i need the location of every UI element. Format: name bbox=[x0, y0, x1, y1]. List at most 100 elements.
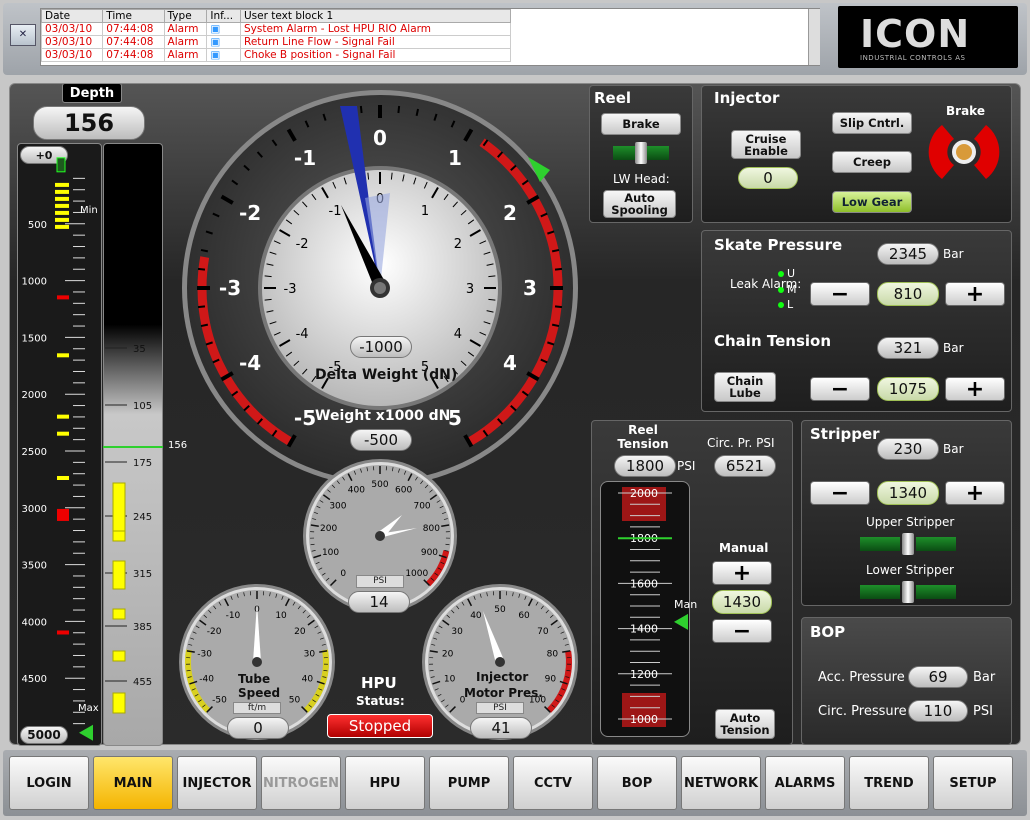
upper-stripper-switch[interactable] bbox=[860, 533, 956, 555]
tick-label: 2 bbox=[503, 201, 517, 225]
tick-label: 70 bbox=[537, 627, 549, 637]
tab-setup[interactable]: SETUP bbox=[933, 756, 1013, 810]
tick-label: -30 bbox=[197, 650, 212, 660]
lw-head-label: LW Head: bbox=[613, 172, 670, 186]
alarm-date: 03/03/10 bbox=[40, 22, 104, 36]
chain-plus-button[interactable]: + bbox=[945, 377, 1005, 402]
alarm-date: 03/03/10 bbox=[40, 48, 104, 62]
table-row[interactable]: 03/03/10 07:44:08 Alarm ▣ System Alarm -… bbox=[40, 22, 511, 36]
table-row[interactable]: 03/03/10 07:44:08 Alarm ▣ Choke B positi… bbox=[40, 48, 511, 62]
info-icon[interactable]: ▣ bbox=[206, 35, 241, 49]
tube-speed-title2: Speed bbox=[238, 686, 281, 700]
skate-setpoint[interactable]: 810 bbox=[877, 282, 939, 306]
alarm-list[interactable]: Date Time Type Inf... User text block 1 … bbox=[40, 8, 820, 66]
skate-plus-button[interactable]: + bbox=[945, 282, 1005, 307]
reel-brake-button[interactable]: Brake bbox=[601, 113, 681, 135]
tick-label: 80 bbox=[547, 650, 559, 660]
weight-value: -500 bbox=[350, 429, 412, 451]
alarm-scrollbar[interactable] bbox=[808, 9, 820, 65]
tab-main[interactable]: MAIN bbox=[93, 756, 173, 810]
mute-alarm-icon[interactable]: ✕ bbox=[10, 24, 36, 46]
man-label: Man bbox=[674, 598, 698, 611]
info-icon[interactable]: ▣ bbox=[206, 22, 241, 36]
tick-label: 500 bbox=[371, 480, 388, 490]
lower-stripper-switch[interactable] bbox=[860, 581, 956, 603]
tick-label: -2 bbox=[296, 237, 309, 252]
cruise-enable-button[interactable]: Cruise Enable bbox=[731, 130, 801, 159]
tab-hpu[interactable]: HPU bbox=[345, 756, 425, 810]
slip-control-button[interactable]: Slip Cntrl. bbox=[832, 112, 912, 134]
column-header[interactable]: Date bbox=[40, 9, 104, 23]
tab-alarms[interactable]: ALARMS bbox=[765, 756, 845, 810]
tick-label: 385 bbox=[133, 622, 152, 633]
injector-title: Injector bbox=[714, 89, 780, 107]
stripper-minus-button[interactable]: − bbox=[810, 481, 870, 506]
manual-setpoint[interactable]: 1430 bbox=[712, 590, 772, 614]
leak-l-label: L bbox=[787, 298, 794, 311]
tick-label: 400 bbox=[348, 486, 365, 496]
depth-value: 156 bbox=[33, 106, 145, 140]
tick-label: 1000 bbox=[630, 713, 658, 726]
tick-label: 35 bbox=[133, 344, 146, 355]
tick-label: 30 bbox=[304, 650, 316, 660]
leak-m-label: M bbox=[787, 283, 797, 296]
bop-title: BOP bbox=[810, 623, 846, 641]
tick-label: 245 bbox=[133, 512, 152, 523]
tab-cctv[interactable]: CCTV bbox=[513, 756, 593, 810]
tab-nitrogen[interactable]: NITROGEN bbox=[261, 756, 341, 810]
manual-minus-button[interactable]: − bbox=[712, 619, 772, 644]
tab-network[interactable]: NETWORK bbox=[681, 756, 761, 810]
column-header[interactable]: Time bbox=[102, 9, 165, 23]
creep-button[interactable]: Creep bbox=[832, 151, 912, 173]
tick-label: 1600 bbox=[630, 577, 658, 590]
alarm-type: Alarm bbox=[163, 22, 208, 36]
info-icon[interactable]: ▣ bbox=[206, 48, 241, 62]
tube-speed-unit: ft/m bbox=[233, 702, 281, 714]
alarm-date: 03/03/10 bbox=[40, 35, 104, 49]
low-gear-button[interactable]: Low Gear bbox=[832, 191, 912, 213]
injector-motor-unit: PSI bbox=[476, 702, 524, 714]
tab-pump[interactable]: PUMP bbox=[429, 756, 509, 810]
tab-trend[interactable]: TREND bbox=[849, 756, 929, 810]
column-header[interactable]: User text block 1 bbox=[240, 9, 511, 23]
tick-label: 200 bbox=[320, 524, 337, 534]
tab-bop[interactable]: BOP bbox=[597, 756, 677, 810]
alarm-type: Alarm bbox=[163, 35, 208, 49]
chain-lube-button[interactable]: Chain Lube bbox=[714, 372, 776, 402]
tick-label: 4 bbox=[503, 351, 517, 375]
column-header[interactable]: Inf... bbox=[206, 9, 241, 23]
tab-injector[interactable]: INJECTOR bbox=[177, 756, 257, 810]
stripper-setpoint[interactable]: 1340 bbox=[877, 481, 939, 505]
tick-label: -40 bbox=[199, 674, 214, 684]
tick-label: -2 bbox=[239, 201, 261, 225]
reel-brake-switch[interactable] bbox=[613, 142, 669, 164]
tick-label: 4 bbox=[454, 327, 462, 342]
auto-spooling-button[interactable]: Auto Spooling bbox=[603, 190, 676, 218]
tick-label: 0 bbox=[340, 569, 346, 579]
alarm-type: Alarm bbox=[163, 48, 208, 62]
tick-label: 40 bbox=[470, 611, 482, 621]
circ-pressure-label: Circ. Pr. PSI bbox=[707, 436, 775, 450]
tick-label: 3 bbox=[523, 276, 537, 300]
stripper-plus-button[interactable]: + bbox=[945, 481, 1005, 506]
column-header[interactable]: Type bbox=[163, 9, 208, 23]
tick-label: 600 bbox=[395, 486, 412, 496]
skate-unit: Bar bbox=[943, 247, 964, 261]
injector-motor-title: Injector bbox=[476, 670, 529, 684]
auto-tension-button[interactable]: Auto Tension bbox=[715, 709, 775, 739]
table-row[interactable]: 03/03/10 07:44:08 Alarm ▣ Return Line Fl… bbox=[40, 35, 511, 49]
tick-label: -50 bbox=[212, 695, 227, 705]
tab-login[interactable]: LOGIN bbox=[9, 756, 89, 810]
leak-u-label: U bbox=[787, 267, 796, 280]
logo-subtitle: INDUSTRIAL CONTROLS AS bbox=[860, 54, 966, 62]
tick-label: 500 bbox=[28, 220, 47, 231]
tick-label: 40 bbox=[302, 674, 314, 684]
skate-minus-button[interactable]: − bbox=[810, 282, 870, 307]
chain-setpoint[interactable]: 1075 bbox=[877, 377, 939, 401]
tick-label: -1 bbox=[329, 204, 342, 219]
chain-minus-button[interactable]: − bbox=[810, 377, 870, 402]
chain-title: Chain Tension bbox=[714, 332, 831, 350]
tube-speed-title: Tube bbox=[238, 672, 271, 686]
manual-plus-button[interactable]: + bbox=[712, 561, 772, 586]
circ-pressure-bop-label: Circ. Pressure bbox=[818, 704, 907, 719]
